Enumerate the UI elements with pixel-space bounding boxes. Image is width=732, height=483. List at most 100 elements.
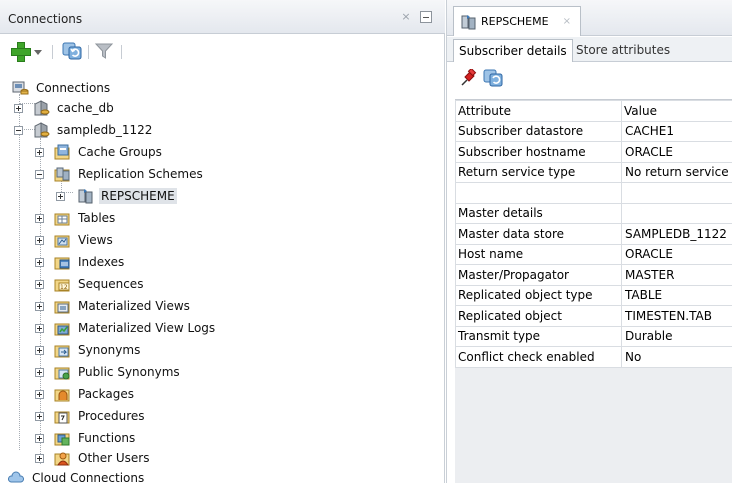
collapse-icon[interactable]: [35, 169, 44, 179]
attribute-cell: Return service type: [455, 161, 622, 183]
tree-node-indexes[interactable]: Indexes: [35, 252, 126, 272]
other-users-icon: [54, 450, 71, 466]
indexes-icon: [54, 254, 71, 270]
expand-icon[interactable]: [35, 323, 44, 333]
expand-icon[interactable]: [35, 389, 44, 399]
toolbar-separator: [52, 45, 53, 59]
tree-node-public-synonyms[interactable]: Public Synonyms: [35, 362, 182, 382]
packages-icon: [54, 386, 71, 402]
tree-node-sequences[interactable]: 12 Sequences: [35, 274, 145, 294]
expand-icon[interactable]: [35, 279, 44, 289]
table-row[interactable]: [455, 182, 732, 204]
column-header-attribute[interactable]: Attribute: [455, 100, 622, 122]
column-header-value[interactable]: Value: [621, 100, 732, 122]
tree-node-replication-schemes[interactable]: Replication Schemes: [35, 164, 205, 184]
tree-node-label: Indexes: [78, 255, 125, 269]
tree-node-label: Materialized Views: [78, 299, 190, 313]
expand-icon[interactable]: [35, 453, 44, 463]
value-cell: Durable: [621, 325, 732, 347]
properties-table: Attribute Value Subscriber datastore CACH…: [455, 100, 732, 368]
add-connection-icon[interactable]: [10, 41, 31, 62]
tree-node-label: Public Synonyms: [78, 365, 180, 379]
table-row[interactable]: Subscriber datastore CACHE1: [455, 120, 732, 142]
chevron-down-icon[interactable]: [34, 50, 42, 55]
expand-icon[interactable]: [35, 213, 44, 223]
tree-node-cloud-connections[interactable]: Cloud Connections: [7, 468, 146, 483]
expand-icon[interactable]: [35, 147, 44, 157]
tree-node-sampledb[interactable]: sampledb_1122: [14, 120, 154, 140]
tree-node-other-users[interactable]: Other Users: [35, 448, 152, 468]
toolbar-separator: [88, 45, 89, 59]
value-cell: TIMESTEN.TAB: [621, 305, 732, 327]
tab-repscheme[interactable]: REPSCHEME ×: [453, 6, 581, 36]
cloud-icon: [7, 470, 25, 483]
tree-node-materialized-views[interactable]: Materialized Views: [35, 296, 192, 316]
tab-store-attributes[interactable]: Store attributes: [571, 39, 675, 62]
table-row[interactable]: Subscriber hostname ORACLE: [455, 141, 732, 163]
close-icon[interactable]: ×: [563, 16, 571, 27]
tree-node-label: Other Users: [78, 451, 150, 465]
value-cell: No: [621, 346, 732, 368]
tree-node-synonyms[interactable]: Synonyms: [35, 340, 142, 360]
table-row[interactable]: Host name ORACLE: [455, 243, 732, 265]
expand-icon[interactable]: [35, 301, 44, 311]
value-cell: MASTER: [621, 264, 732, 286]
expand-icon[interactable]: [35, 411, 44, 421]
database-connection-icon: [33, 100, 50, 116]
minimize-icon[interactable]: [420, 11, 432, 23]
table-row[interactable]: Conflict check enabled No: [455, 346, 732, 368]
tree-node-cache-db[interactable]: cache_db: [14, 98, 116, 118]
table-row[interactable]: Master details: [455, 202, 732, 224]
value-cell: SAMPLEDB_1122: [621, 223, 732, 245]
value-cell: TABLE: [621, 284, 732, 306]
tree-node-label: Procedures: [78, 409, 145, 423]
expand-icon[interactable]: [35, 257, 44, 267]
table-row[interactable]: Return service type No return service: [455, 161, 732, 183]
refresh-icon[interactable]: [62, 41, 82, 61]
properties-grid: Attribute Value Subscriber datastore CACH…: [455, 99, 732, 483]
toolbar-separator: [121, 45, 122, 59]
tree-node-packages[interactable]: Packages: [35, 384, 136, 404]
table-row[interactable]: Master/Propagator MASTER: [455, 264, 732, 286]
value-cell: ORACLE: [621, 243, 732, 265]
value-cell: CACHE1: [621, 120, 732, 142]
pin-icon[interactable]: [459, 67, 477, 87]
tree-node-connections-root[interactable]: Connections: [12, 78, 112, 98]
panel-title: Connections: [8, 12, 83, 26]
detail-toolbar: [447, 62, 732, 96]
views-icon: [54, 232, 71, 248]
refresh-icon[interactable]: [483, 68, 503, 88]
expand-icon[interactable]: [35, 345, 44, 355]
tree-node-tables[interactable]: Tables: [35, 208, 117, 228]
tree-node-views[interactable]: Views: [35, 230, 115, 250]
tree-node-materialized-view-logs[interactable]: Materialized View Logs: [35, 318, 217, 338]
tree-node-label: Materialized View Logs: [78, 321, 216, 335]
detail-subtabs: Subscriber details Store attributes: [447, 37, 732, 62]
table-row[interactable]: Replicated object type TABLE: [455, 284, 732, 306]
tree-node-label: Synonyms: [78, 343, 141, 357]
tree-node-cache-groups[interactable]: Cache Groups: [35, 142, 164, 162]
collapse-icon[interactable]: [14, 125, 23, 135]
tree-node-procedures[interactable]: Procedures: [35, 406, 147, 426]
tree-node-label: Cache Groups: [78, 145, 162, 159]
table-row[interactable]: Master data store SAMPLEDB_1122: [455, 223, 732, 245]
tree-node-repscheme[interactable]: REPSCHEME: [56, 186, 177, 206]
table-row[interactable]: Replicated object TIMESTEN.TAB: [455, 305, 732, 327]
filter-icon[interactable]: [94, 41, 114, 61]
table-row[interactable]: Transmit type Durable: [455, 325, 732, 347]
replication-scheme-icon: [460, 14, 477, 30]
attribute-cell: [455, 182, 622, 204]
expand-icon[interactable]: [35, 367, 44, 377]
value-cell: No return service: [621, 161, 732, 183]
attribute-cell: Transmit type: [455, 325, 622, 347]
expand-icon[interactable]: [56, 191, 65, 201]
attribute-cell: Replicated object type: [455, 284, 622, 306]
close-icon[interactable]: ×: [400, 11, 412, 23]
expand-icon[interactable]: [35, 433, 44, 443]
replication-scheme-icon: [77, 188, 94, 204]
connections-toolbar: [0, 35, 445, 67]
expand-icon[interactable]: [35, 235, 44, 245]
expand-icon[interactable]: [14, 103, 23, 113]
tab-subscriber-details[interactable]: Subscriber details: [453, 39, 573, 62]
tree-node-functions[interactable]: Functions: [35, 428, 137, 448]
